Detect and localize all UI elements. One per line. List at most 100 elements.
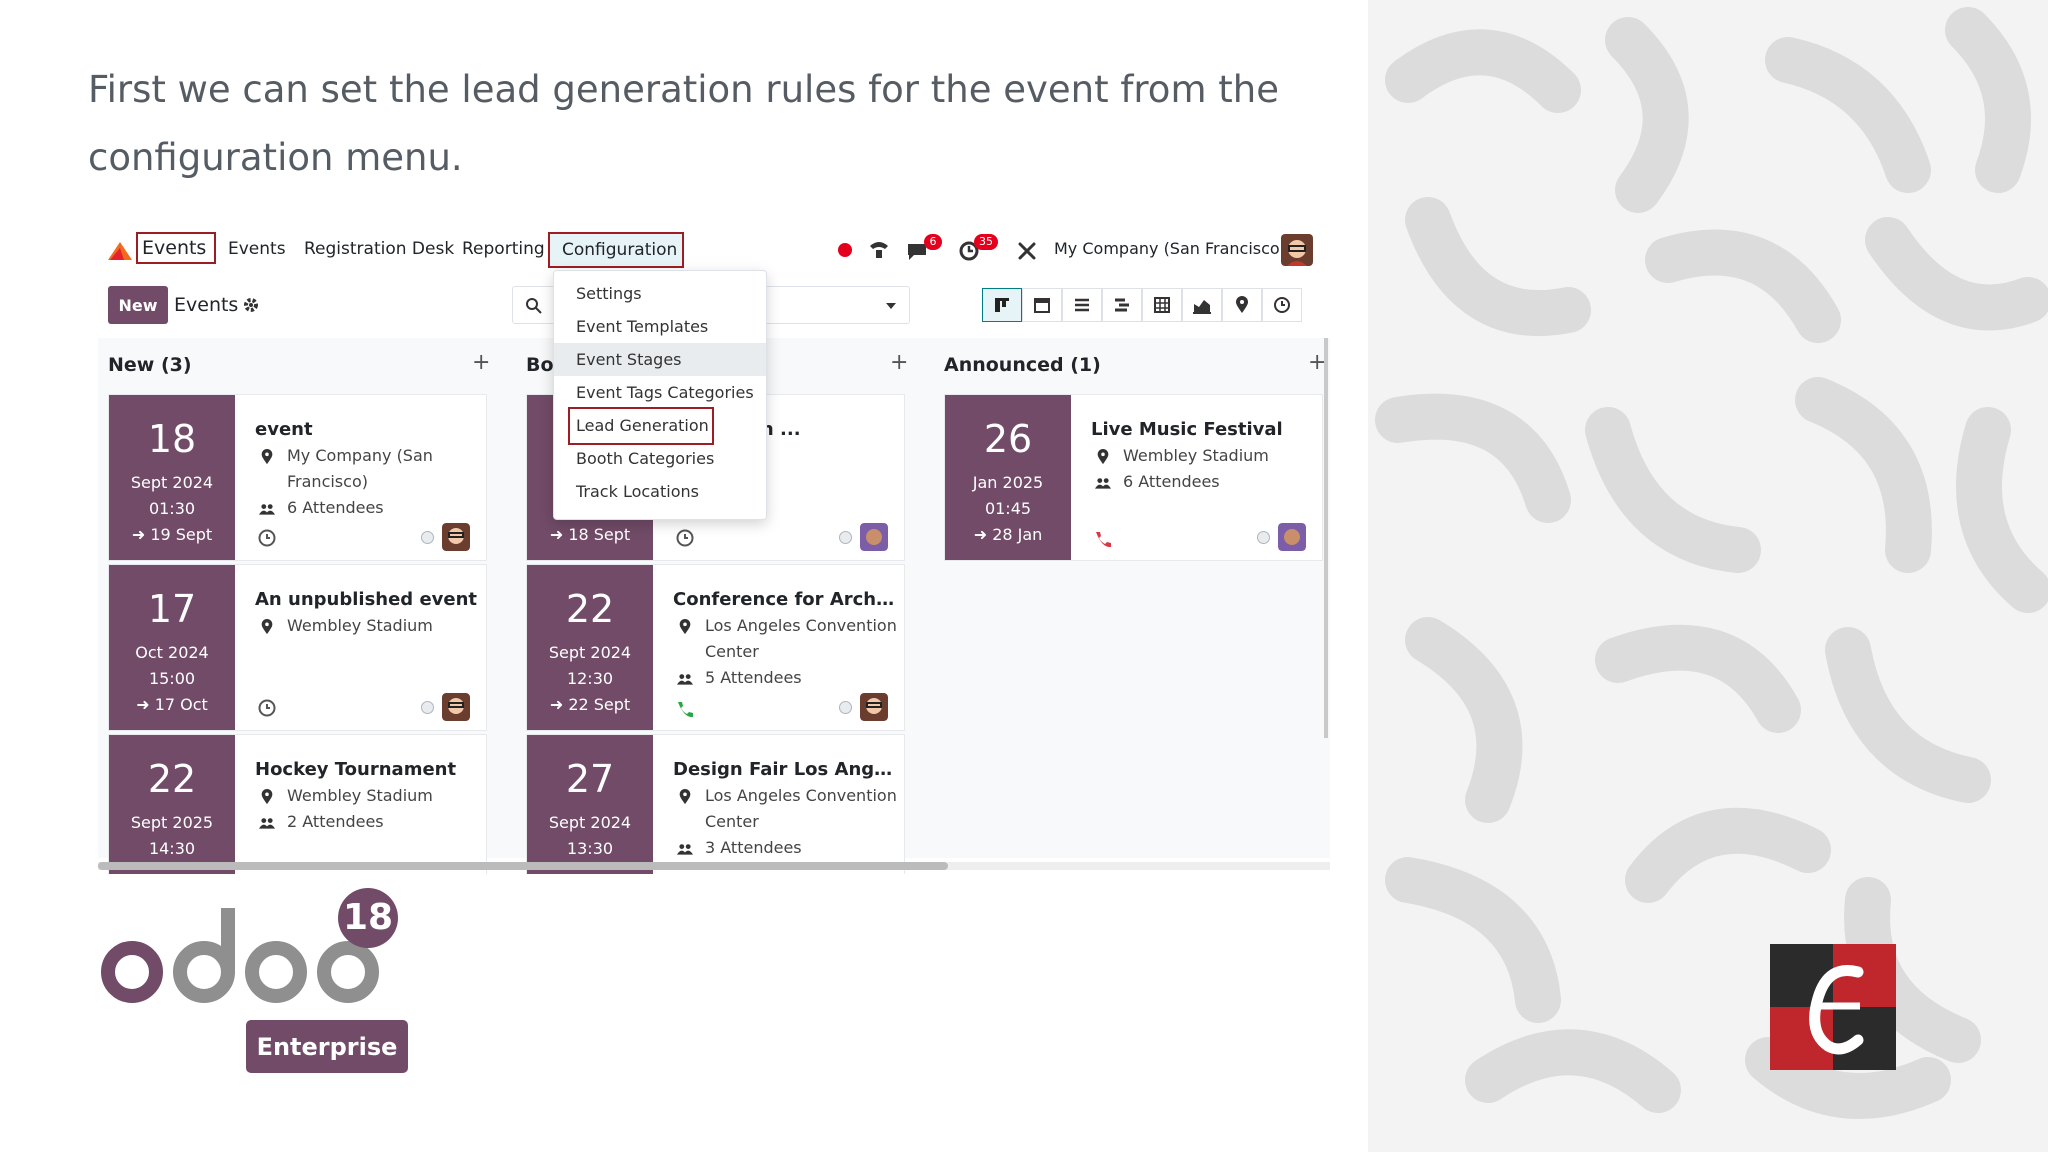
menu-item-event-tags-categories[interactable]: Event Tags Categories [554,376,766,409]
status-dot[interactable] [421,531,434,544]
event-date-block: 18 Sept 2024 01:30 ➜ 19 Sept [109,395,235,560]
event-date-block: 26 Jan 2025 01:45 ➜ 28 Jan [945,395,1071,560]
calendar-icon [1034,298,1050,313]
kanban-icon [995,298,1009,312]
users-icon [259,818,275,829]
event-title: Conference for Archite... [673,589,898,610]
phone-red-icon[interactable] [1093,530,1111,548]
view-graph-button[interactable] [1182,288,1222,322]
decorative-background [1368,0,2048,1152]
view-list-button[interactable] [1062,288,1102,322]
menu-reporting[interactable]: Reporting [462,239,545,259]
event-card[interactable]: 27 Sept 2024 13:30 Design Fair Los Angel… [526,734,905,874]
menu-item-event-templates[interactable]: Event Templates [554,310,766,343]
menu-item-booth-categories[interactable]: Booth Categories [554,442,766,475]
event-date-block: 17 Oct 2024 15:00 ➜ 17 Oct [109,565,235,730]
column-header-booked: Bo [526,354,554,376]
event-time: 12:30 [566,669,614,688]
event-month: Sept 2024 [548,643,632,662]
view-calendar-button[interactable] [1022,288,1062,322]
activity-clock-icon[interactable] [257,698,277,718]
event-card[interactable]: 17 Oct 2024 15:00 ➜ 17 Oct An unpublishe… [108,564,487,731]
activities-badge: 35 [974,234,998,250]
new-button[interactable]: New [108,286,168,324]
top-navbar: Events Events Registration Desk Reportin… [98,226,1330,274]
event-location-text: Wembley Stadium [287,786,433,805]
view-gantt-button[interactable] [1102,288,1142,322]
event-title: An unpublished event [255,589,478,610]
map-pin-icon [679,619,691,635]
event-location-text: Los Angeles Convention [705,616,897,635]
menu-item-track-locations[interactable]: Track Locations [554,475,766,508]
vertical-scrollbar[interactable] [1324,338,1328,738]
clock-icon [1274,297,1290,313]
menu-events[interactable]: Events [228,239,286,259]
event-attendees-text: 6 Attendees [1123,472,1220,491]
event-month: Sept 2024 [548,813,632,832]
event-location-text-2: Francisco) [287,472,368,491]
event-time: 01:45 [984,499,1032,518]
user-avatar[interactable] [442,693,470,721]
menu-configuration[interactable]: Configuration [548,232,684,268]
user-avatar[interactable] [1278,523,1306,551]
column-add-icon[interactable]: + [890,350,908,375]
menu-registration-desk[interactable]: Registration Desk [304,239,454,259]
view-kanban-button[interactable] [982,288,1022,322]
event-end: ➜ 18 Sept [549,525,631,544]
activity-clock-icon[interactable] [257,528,277,548]
event-card[interactable]: 26 Jan 2025 01:45 ➜ 28 Jan Live Music Fe… [944,394,1323,561]
map-pin-icon [261,449,273,465]
status-dot[interactable] [421,701,434,714]
column-header-new: New (3) [108,354,192,376]
column-add-icon[interactable]: + [472,350,490,375]
phone-icon[interactable] [868,240,890,260]
user-avatar[interactable] [442,523,470,551]
event-attendees-text: 5 Attendees [705,668,802,687]
app-name-events[interactable]: Events [136,232,216,264]
event-location: My Company (San Francisco) [255,443,480,495]
status-dot[interactable] [839,701,852,714]
user-avatar[interactable] [1281,234,1313,266]
event-location: Los Angeles Convention Center [673,613,898,665]
menu-item-settings[interactable]: Settings [554,277,766,310]
gear-icon[interactable] [242,296,260,314]
event-location-text-2: Center [705,642,759,661]
event-location: Wembley Stadium [1091,443,1316,469]
map-pin-icon [1097,449,1109,465]
menu-item-event-stages[interactable]: Event Stages [554,343,766,376]
horizontal-scrollbar-thumb[interactable] [98,862,948,870]
event-card[interactable]: 18 Sept 2024 01:30 ➜ 19 Sept event My Co… [108,394,487,561]
event-date-block: 22 Sept 2025 14:30 [109,735,235,874]
event-date-block: 27 Sept 2024 13:30 [527,735,653,874]
events-app-icon[interactable] [106,238,134,262]
search-dropdown-toggle-icon[interactable] [885,301,897,311]
event-title: event [255,419,313,440]
user-avatar[interactable] [860,523,888,551]
tools-icon[interactable] [1016,240,1038,262]
users-icon [1095,478,1111,489]
event-title: Hockey Tournament [255,759,457,780]
company-switcher[interactable]: My Company (San Francisco) [1054,239,1286,258]
activity-clock-icon[interactable] [675,528,695,548]
horizontal-scrollbar[interactable] [98,862,1330,870]
user-avatar[interactable] [860,693,888,721]
view-activity-button[interactable] [1262,288,1302,322]
status-dot[interactable] [839,531,852,544]
view-map-button[interactable] [1222,288,1262,322]
event-time: 13:30 [566,839,614,858]
search-icon [526,298,542,314]
event-card[interactable]: 22 Sept 2024 12:30 ➜ 22 Sept Conference … [526,564,905,731]
event-month: Oct 2024 [135,643,209,662]
view-pivot-button[interactable] [1142,288,1182,322]
event-day: 18 [147,417,197,461]
event-day: 26 [983,417,1033,461]
event-end: ➜ 22 Sept [549,695,631,714]
phone-green-icon[interactable] [675,700,693,718]
event-end: ➜ 19 Sept [131,525,213,544]
column-header-announced: Announced (1) [944,354,1101,376]
event-card[interactable]: 22 Sept 2025 14:30 Hockey Tournament Wem… [108,734,487,874]
company-brand-logo [1770,944,1896,1070]
users-icon [259,504,275,515]
map-pin-icon [1236,296,1248,313]
status-dot[interactable] [1257,531,1270,544]
